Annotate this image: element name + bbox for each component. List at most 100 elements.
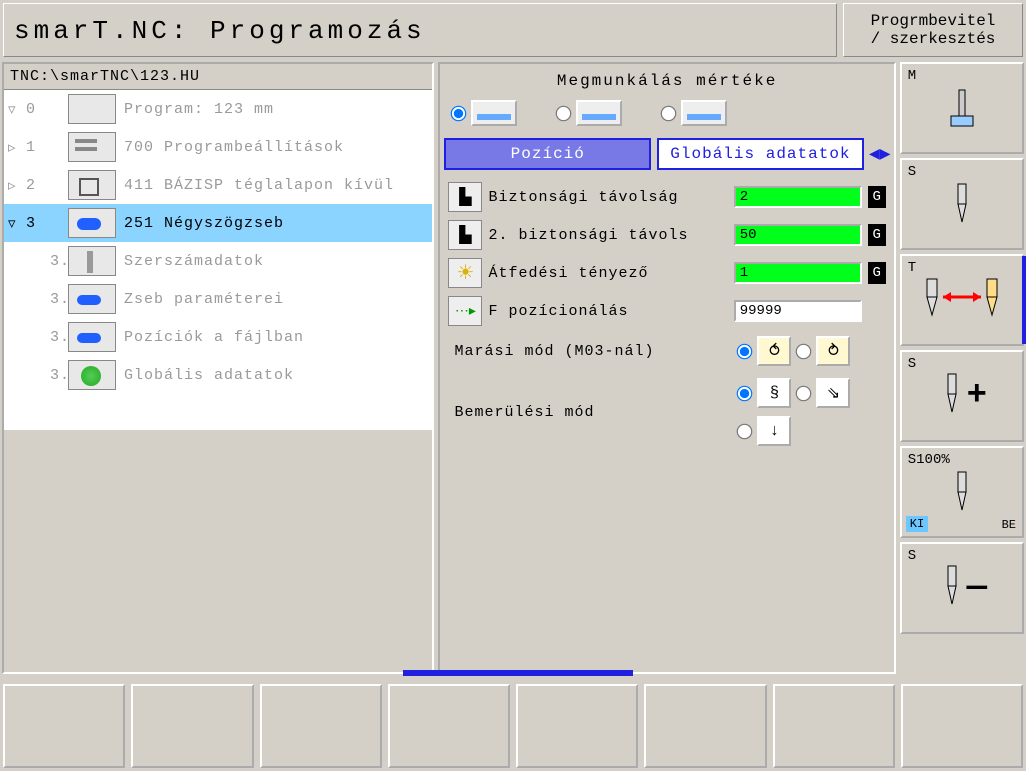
plunge-ramp-icon: ⇘ (816, 378, 850, 408)
tree-item[interactable]: 3.1 Szerszámadatok (4, 242, 432, 280)
extent-icon-1 (471, 100, 517, 126)
plunge-helix-radio[interactable] (737, 385, 753, 401)
safety2-input[interactable] (734, 224, 862, 246)
plunge-vert-radio[interactable] (737, 423, 753, 439)
tab-scroll-arrows[interactable]: ◀▶ (870, 138, 890, 170)
safety-clearance-icon: ▙ (448, 182, 482, 212)
plunge-helix-icon: § (757, 378, 791, 408)
softkey-6[interactable] (644, 684, 766, 768)
side-btn-s100[interactable]: S100% KI BE (900, 446, 1024, 538)
expand-mark[interactable]: ▿ (8, 214, 20, 233)
fpos-label: F pozícionálás (488, 303, 727, 320)
tree-empty-area (4, 430, 432, 672)
row-f-positioning: ⋯▸ F pozícionálás (448, 292, 885, 330)
side-btn-s-plus[interactable]: S + (900, 350, 1024, 442)
softkey-5[interactable] (516, 684, 638, 768)
extent-option-1[interactable] (452, 100, 517, 126)
softkey-indicator (403, 670, 633, 676)
softkey-7[interactable] (773, 684, 895, 768)
milling-climb-icon: ⥀ (757, 336, 791, 366)
overlap-label: Átfedési tényező (488, 265, 727, 282)
tree-item[interactable]: 3.4 Globális adatatok (4, 356, 432, 394)
tree-item[interactable]: 3.3 Pozíciók a fájlban (4, 318, 432, 356)
softkey-row (0, 681, 1026, 771)
tree-item[interactable]: ▹ 1 700 Programbeállítások (4, 128, 432, 166)
tree-item[interactable]: ▿ 3 251 Négyszögzseb (4, 204, 432, 242)
expand-mark[interactable]: ▹ (8, 138, 20, 157)
side-btn-s-minus[interactable]: S — (900, 542, 1024, 634)
tree-item-icon (68, 94, 116, 124)
safety-clearance-label: Biztonsági távolság (488, 189, 727, 206)
tree-item-icon (68, 170, 116, 200)
tree-item-number: 0 (20, 101, 68, 118)
tool-change-icon (902, 256, 1022, 344)
softkey-4[interactable] (388, 684, 510, 768)
tree-item-label: Globális adatatok (124, 367, 294, 384)
tree-item-number: 3.4 (20, 367, 68, 384)
expand-mark[interactable]: ▹ (8, 176, 20, 195)
overlap-input[interactable] (734, 262, 862, 284)
safety2-label: 2. biztonsági távols (488, 227, 727, 244)
tree-item-number: 2 (20, 177, 68, 194)
row-safety-clearance: ▙ Biztonsági távolság G (448, 178, 885, 216)
tree-item[interactable]: ▹ 2 411 BÁZISP téglalapon kívül (4, 166, 432, 204)
detail-pane: Megmunkálás mértéke Pozíció Globális ada… (438, 62, 895, 674)
safety-clearance-input[interactable] (734, 186, 862, 208)
tree-item-icon (68, 360, 116, 390)
tree-item-label: Pozíciók a fájlban (124, 329, 304, 346)
file-path: TNC:\smarTNC\123.HU (4, 64, 432, 90)
machine-icon (902, 64, 1022, 152)
tool-icon (937, 372, 967, 421)
fpos-input[interactable] (734, 300, 862, 322)
tree-item-number: 3.1 (20, 253, 68, 270)
softkey-3[interactable] (260, 684, 382, 768)
row-milling-mode: Marási mód (M03-nál) ⥀ ⥁ (448, 330, 885, 372)
be-label: BE (1002, 518, 1016, 532)
tree-item-label: Program: 123 mm (124, 101, 274, 118)
extent-radio-group (442, 96, 891, 134)
side-btn-m[interactable]: M (900, 62, 1024, 154)
row-plunge-mode: Bemerülési mód § ⇘ ↓ (448, 372, 885, 452)
tree-item-label: 700 Programbeállítások (124, 139, 344, 156)
fpos-icon: ⋯▸ (448, 296, 482, 326)
overlap-icon: ☀ (448, 258, 482, 288)
mode-indicator: Progrmbevitel / szerkesztés (843, 3, 1023, 57)
side-btn-t[interactable]: T (900, 254, 1024, 346)
safety2-icon: ▙ (448, 220, 482, 250)
milling-conv-radio[interactable] (796, 343, 812, 359)
program-tree[interactable]: ▿ 0 Program: 123 mm▹ 1 700 Programbeállí… (4, 90, 432, 430)
extent-radio-3[interactable] (661, 105, 677, 121)
tree-item-label: 251 Négyszögzseb (124, 215, 284, 232)
tab-position[interactable]: Pozíció (444, 138, 651, 170)
expand-mark[interactable]: ▿ (8, 100, 20, 119)
app-title: smarT.NC: Programozás (3, 3, 837, 57)
tree-item-icon (68, 284, 116, 314)
program-tree-pane: TNC:\smarTNC\123.HU ▿ 0 Program: 123 mm▹… (2, 62, 434, 674)
tree-item[interactable]: 3.2 Zseb paraméterei (4, 280, 432, 318)
plunge-ramp-radio[interactable] (796, 385, 812, 401)
tree-item-label: 411 BÁZISP téglalapon kívül (124, 177, 394, 194)
tab-global-data[interactable]: Globális adatatok (657, 138, 864, 170)
softkey-2[interactable] (131, 684, 253, 768)
side-btn-s[interactable]: S (900, 158, 1024, 250)
tree-item-number: 3.2 (20, 291, 68, 308)
extent-radio-2[interactable] (556, 105, 572, 121)
tree-item-icon (68, 322, 116, 352)
g-indicator: G (868, 186, 886, 208)
tree-item[interactable]: ▿ 0 Program: 123 mm (4, 90, 432, 128)
softkey-1[interactable] (3, 684, 125, 768)
mode-line1: Progrmbevitel (850, 12, 1016, 30)
mode-line2: / szerkesztés (850, 30, 1016, 48)
extent-option-3[interactable] (662, 100, 727, 126)
extent-option-2[interactable] (557, 100, 622, 126)
milling-climb-radio[interactable] (737, 343, 753, 359)
tree-item-icon (68, 208, 116, 238)
tree-item-number: 1 (20, 139, 68, 156)
softkey-8[interactable] (901, 684, 1023, 768)
plunge-vert-icon: ↓ (757, 416, 791, 446)
tab-bar: Pozíció Globális adatatok ◀▶ (444, 138, 889, 170)
minus-icon: — (967, 569, 987, 607)
extent-radio-1[interactable] (451, 105, 467, 121)
tree-item-number: 3 (20, 215, 68, 232)
row-overlap-factor: ☀ Átfedési tényező G (448, 254, 885, 292)
